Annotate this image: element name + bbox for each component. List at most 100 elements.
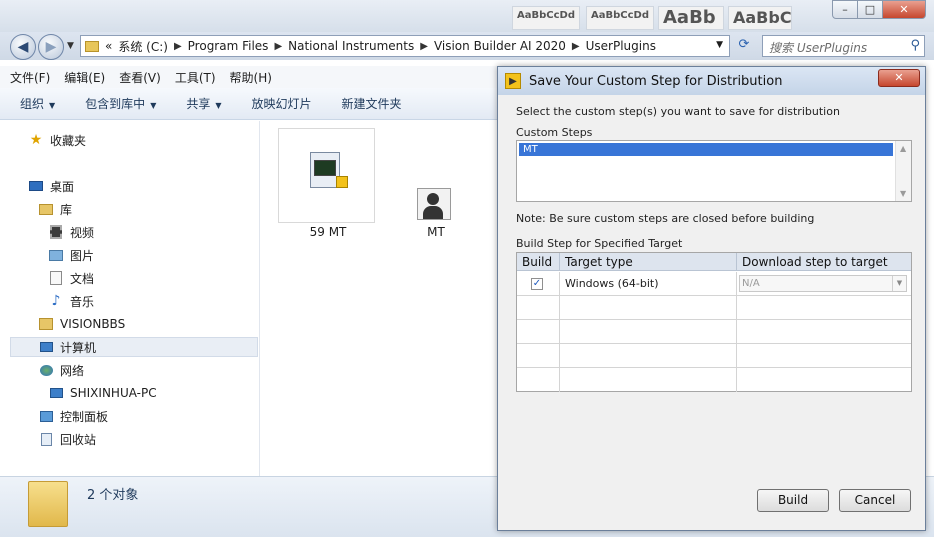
sidebar-item-label: 网络 [60,363,85,378]
table-row [517,344,911,368]
file-item[interactable] [416,188,452,220]
sidebar-item-label: 计算机 [60,340,97,355]
breadcrumb-separator-icon[interactable]: ▶ [174,41,182,52]
search-icon[interactable]: ⚲ [910,38,920,53]
dialog-body: Select the custom step(s) you want to sa… [498,95,925,530]
table-row[interactable]: ✓ Windows (64-bit) N/A ▼ [517,272,911,296]
chevron-down-icon[interactable]: ▼ [892,276,906,291]
maximize-button[interactable]: □ [857,0,883,19]
table-row [517,320,911,344]
breadcrumb-separator-icon[interactable]: ▶ [420,41,428,52]
sidebar-item-label: 视频 [70,225,95,240]
sidebar-item-desktop[interactable]: 桌面 [28,176,74,196]
file-item[interactable] [300,150,356,194]
background-style-preview: AaBbC [728,6,792,30]
back-button[interactable]: ◀ [10,34,36,60]
sidebar-item-control-panel[interactable]: 控制面板 [38,406,108,426]
sidebar-item-visionbbs[interactable]: VISIONBBS [38,314,125,334]
share-button[interactable]: 共享 ▼ [186,95,221,112]
menu-edit[interactable]: 编辑(E) [64,69,105,86]
column-header-download: Download step to target [742,255,888,269]
vision-builder-app-icon: ▶ [505,73,521,89]
chevron-down-icon: ▼ [150,101,157,110]
search-placeholder: 搜索 UserPlugins [769,41,868,55]
empty-cell [560,344,737,368]
menu-view[interactable]: 查看(V) [119,69,161,86]
breadcrumb-item[interactable]: Program Files [188,39,269,53]
menu-file[interactable]: 文件(F) [10,69,50,86]
sidebar-item-library[interactable]: 库 [38,199,72,219]
file-item-label[interactable]: MT [404,225,468,239]
scroll-up-icon[interactable]: ▲ [900,144,906,153]
item-count: 2 个对象 [87,488,139,503]
breadcrumb-separator-icon[interactable]: ▶ [572,41,580,52]
breadcrumb-item[interactable]: 系统 (C:) [118,38,168,55]
dialog-close-button[interactable]: ✕ [878,69,920,87]
cancel-button[interactable]: Cancel [839,489,911,512]
share-label: 共享 [186,97,211,111]
background-style-preview: AaBb [658,6,724,30]
target-type-cell: Windows (64-bit) [560,272,737,296]
picture-icon [48,248,64,262]
sidebar-item-music[interactable]: ♪ 音乐 [48,291,94,311]
search-input[interactable]: 搜索 UserPlugins ⚲ [762,35,925,57]
breadcrumb-item[interactable]: UserPlugins [586,39,656,53]
sidebar-item-pc[interactable]: SHIXINHUA-PC [48,383,157,403]
sidebar-item-videos[interactable]: 视频 [48,222,94,242]
build-checkbox[interactable]: ✓ [531,278,543,290]
column-header-build: Build [517,253,560,271]
window-controls: – □ ✕ [832,0,926,19]
navigation-bar: ◀ ▶ ▼ « 系统 (C:) ▶ Program Files ▶ Nation… [0,32,934,60]
slideshow-button[interactable]: 放映幻灯片 [252,95,312,112]
sidebar-item-computer[interactable]: 计算机 [10,337,258,357]
video-icon [48,225,64,239]
breadcrumb-item[interactable]: Vision Builder AI 2020 [434,39,566,53]
custom-steps-label: Custom Steps [516,126,593,139]
list-item[interactable]: MT [519,143,893,156]
forward-button[interactable]: ▶ [38,34,64,60]
dialog-title: Save Your Custom Step for Distribution [529,73,783,89]
breadcrumb-overflow[interactable]: « [105,39,112,53]
document-icon [48,271,64,285]
network-icon [38,363,54,377]
table-row [517,368,911,392]
sidebar-item-label: 收藏夹 [50,133,87,148]
menu-help[interactable]: 帮助(H) [230,69,272,86]
empty-cell [560,296,737,320]
dialog-titlebar: ▶ Save Your Custom Step for Distribution… [498,67,925,95]
build-cell: ✓ [517,272,560,296]
sidebar-item-network[interactable]: 网络 [38,360,84,380]
file-item-label[interactable]: 59 MT [288,225,368,239]
sidebar-item-pictures[interactable]: 图片 [48,245,94,265]
menu-tools[interactable]: 工具(T) [175,69,216,86]
sidebar-item-recycle-bin[interactable]: 回收站 [38,429,96,449]
address-bar[interactable]: « 系统 (C:) ▶ Program Files ▶ National Ins… [80,35,730,57]
download-target-select[interactable]: N/A ▼ [739,275,907,292]
chevron-down-icon: ▼ [215,101,222,110]
sidebar-item-documents[interactable]: 文档 [48,268,94,288]
star-icon: ★ [29,132,43,148]
sidebar-item-favorites[interactable]: ★ 收藏夹 [28,130,86,150]
control-panel-icon [38,409,54,423]
refresh-icon[interactable]: ⟳ [735,37,753,55]
build-button[interactable]: Build [757,489,829,512]
new-folder-button[interactable]: 新建文件夹 [342,95,402,112]
list-scrollbar[interactable]: ▲ ▼ [895,141,911,201]
minimize-button[interactable]: – [832,0,858,19]
music-note-icon: ♪ [51,293,61,309]
organize-button[interactable]: 组织 ▼ [20,95,55,112]
save-custom-step-dialog: ▶ Save Your Custom Step for Distribution… [497,66,926,531]
scroll-down-icon[interactable]: ▼ [900,189,906,198]
recent-pages-dropdown[interactable]: ▼ [67,41,74,51]
sidebar-item-label: 回收站 [60,432,97,447]
computer-icon [48,386,64,400]
table-row [517,296,911,320]
breadcrumb-separator-icon[interactable]: ▶ [274,41,282,52]
include-in-library-button[interactable]: 包含到库中 ▼ [85,95,156,112]
breadcrumb-item[interactable]: National Instruments [288,39,414,53]
explorer-titlebar: AaBbCcDd AaBbCcDd AaBb AaBbC – □ ✕ [0,0,934,32]
address-dropdown-icon[interactable]: ▼ [716,40,723,50]
close-button[interactable]: ✕ [882,0,926,19]
custom-steps-list[interactable]: MT ▲ ▼ [516,140,912,202]
download-target-value: N/A [742,278,760,289]
